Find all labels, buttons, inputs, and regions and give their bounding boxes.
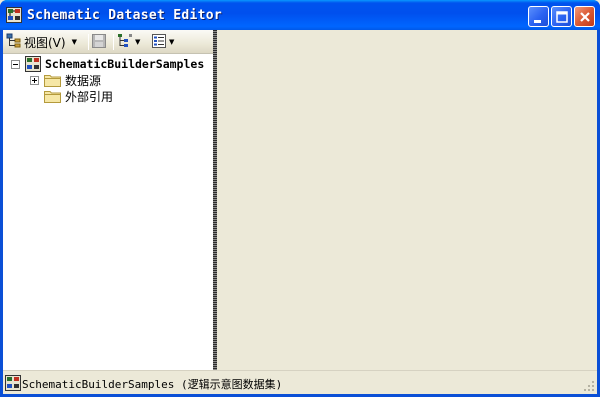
client-area: 视图(V) ▼ ▼ ▼ SchematicBuilderSamples 数据源 … — [3, 30, 597, 394]
save-icon — [91, 33, 107, 52]
tree-node-label: 数据源 — [65, 73, 102, 88]
chevron-down-icon: ▼ — [169, 38, 175, 46]
view-menu-label: 视图(V) — [24, 35, 66, 50]
layout-options-button[interactable]: ▼ — [117, 33, 147, 51]
close-icon — [580, 12, 590, 22]
resize-grip-icon[interactable] — [583, 380, 595, 392]
chevron-down-icon: ▼ — [135, 38, 141, 46]
schematic-dataset-icon — [5, 375, 21, 391]
tree-node-root[interactable]: SchematicBuilderSamples — [11, 56, 204, 72]
schematic-dataset-icon — [6, 7, 22, 23]
list-options-icon — [151, 33, 167, 52]
close-button[interactable] — [574, 6, 595, 27]
expand-toggle[interactable] — [30, 75, 39, 85]
save-button[interactable] — [91, 33, 109, 51]
minimize-icon — [534, 20, 541, 23]
list-options-button[interactable]: ▼ — [151, 33, 181, 51]
status-text: SchematicBuilderSamples (逻辑示意图数据集) — [22, 378, 283, 391]
maximize-icon — [556, 11, 568, 23]
toolbar-separator — [88, 34, 89, 50]
title-bar[interactable]: Schematic Dataset Editor — [0, 0, 600, 30]
details-pane — [217, 30, 597, 370]
tree-node-external-references[interactable]: 外部引用 — [44, 88, 113, 104]
minimize-button[interactable] — [528, 6, 549, 27]
maximize-button[interactable] — [551, 6, 572, 27]
toolbar: 视图(V) ▼ ▼ ▼ — [3, 30, 213, 54]
view-menu-button[interactable]: 视图(V) ▼ — [6, 33, 86, 51]
view-tree-icon — [6, 33, 22, 52]
collapse-toggle[interactable] — [11, 59, 20, 69]
toolbar-separator — [113, 34, 114, 50]
tree-pane: 视图(V) ▼ ▼ ▼ SchematicBuilderSamples 数据源 … — [3, 30, 213, 370]
folder-icon — [44, 89, 61, 103]
schematic-dataset-icon — [25, 56, 41, 72]
tree-root-label: SchematicBuilderSamples — [45, 57, 205, 71]
window-title: Schematic Dataset Editor — [27, 8, 223, 23]
layout-options-icon — [117, 33, 133, 52]
status-bar: SchematicBuilderSamples (逻辑示意图数据集) — [3, 370, 597, 394]
tree-node-label: 外部引用 — [65, 89, 114, 104]
chevron-down-icon: ▼ — [71, 38, 77, 46]
tree-node-data-sources[interactable]: 数据源 — [30, 72, 101, 88]
folder-icon — [44, 73, 61, 87]
app-window: Schematic Dataset Editor 视图(V) ▼ ▼ ▼ Sch… — [0, 0, 600, 397]
